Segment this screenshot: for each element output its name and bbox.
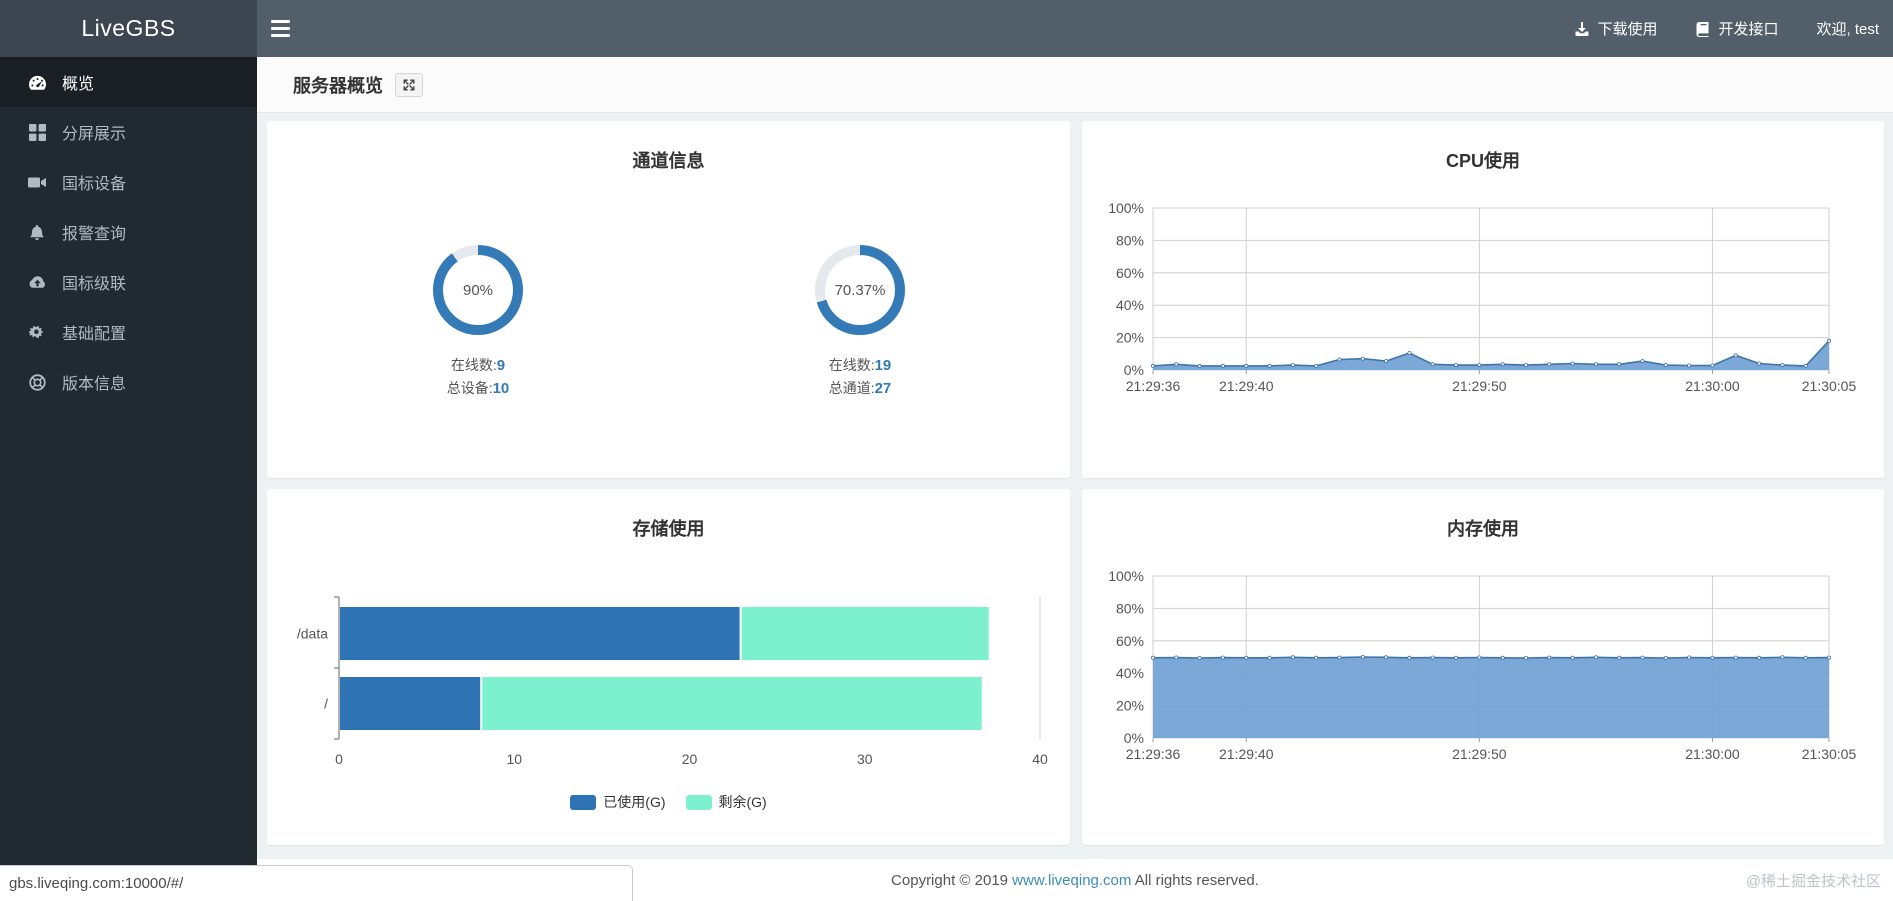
nav-link-label: 欢迎, test: [1816, 21, 1879, 38]
donut-stats: 在线数:9 总设备:10: [378, 354, 578, 400]
page-title: 服务器概览: [293, 75, 383, 96]
svg-text:21:29:36: 21:29:36: [1126, 378, 1181, 394]
svg-text:20%: 20%: [1116, 330, 1144, 346]
grid-icon: [27, 123, 47, 141]
camera-icon: [27, 175, 47, 190]
fullscreen-button[interactable]: [395, 72, 423, 97]
nav-link-api[interactable]: 开发接口: [1695, 18, 1778, 39]
panel-cpu-usage: CPU使用 0% 20% 40% 60% 80% 100% 21:29:36 21:29:40…: [1082, 121, 1884, 478]
sidebar-item-cascade[interactable]: 国标级联: [0, 257, 257, 307]
livegbs-dashboard: LiveGBS 下载使用 开发接口 欢迎, test 概览分屏展示国标设备报警查询国…: [0, 0, 1893, 901]
svg-text:/data: /data: [297, 626, 328, 642]
bell-icon: [27, 224, 47, 241]
donut-stat-row: 在线数:19: [828, 357, 892, 374]
copyright-text: Copyright © 2019 www.liveqing.com All ri…: [891, 871, 1259, 889]
svg-text:21:30:00: 21:30:00: [1685, 746, 1740, 762]
donut-stat-row: 在线数:9: [450, 357, 506, 374]
watermark-text: @稀土掘金技术社区: [1745, 872, 1881, 890]
svg-text:21:29:50: 21:29:50: [1452, 746, 1507, 762]
browser-status-url: gbs.liveqing.com:10000/#/: [0, 865, 633, 901]
svg-text:21:29:40: 21:29:40: [1219, 746, 1274, 762]
svg-text:0%: 0%: [1124, 730, 1144, 746]
brand-logo[interactable]: LiveGBS: [0, 0, 257, 57]
donut-percent-label: 90%: [462, 281, 494, 299]
svg-text:0: 0: [335, 751, 343, 767]
sidebar-item-config[interactable]: 基础配置: [0, 307, 257, 357]
svg-text:20: 20: [682, 751, 698, 767]
content-toolbar: 服务器概览: [257, 57, 1893, 113]
sidebar-item-split[interactable]: 分屏展示: [0, 107, 257, 157]
svg-text:21:30:05: 21:30:05: [1802, 378, 1857, 394]
nav-link-label: 开发接口: [1718, 21, 1779, 38]
nav-link-download[interactable]: 下载使用: [1574, 18, 1657, 39]
chart-title-channel: 通道信息: [632, 151, 705, 171]
sidebar-item-alarms[interactable]: 报警查询: [0, 207, 257, 257]
main-content: 服务器概览 通道信息 90% 在线数:9 总设备:10 70.37% 在线数:19 总通道…: [257, 57, 1893, 901]
nav-link-welcome[interactable]: 欢迎, test: [1816, 18, 1879, 39]
svg-text:80%: 80%: [1116, 232, 1144, 248]
donut-stats: 在线数:19 总通道:27: [760, 354, 960, 400]
svg-text:100%: 100%: [1108, 568, 1144, 584]
legend-item-free[interactable]: 剩余(G): [685, 792, 767, 812]
donut-stat-row: 总设备:10: [446, 380, 510, 397]
svg-text:60%: 60%: [1116, 633, 1144, 649]
nav-link-label: 下载使用: [1597, 21, 1658, 38]
legend-label: 剩余(G): [718, 794, 767, 810]
svg-text:40%: 40%: [1116, 665, 1144, 681]
liveqing-link[interactable]: www.liveqing.com: [1012, 872, 1131, 889]
sidebar-item-version[interactable]: 版本信息: [0, 357, 257, 407]
donut-percent-label: 70.37%: [834, 281, 886, 299]
hamburger-icon: [270, 20, 290, 23]
dashboard-icon: [27, 74, 47, 91]
donut-chart-1[interactable]: 70.37% 在线数:19 总通道:27: [760, 235, 960, 400]
sidebar-item-label: 分屏展示: [62, 126, 127, 143]
top-navbar: LiveGBS 下载使用 开发接口 欢迎, test: [0, 0, 1893, 57]
memory-area-chart[interactable]: 0% 20% 40% 60% 80% 100% 21:29:36 21:29:40 21:29:…: [1082, 489, 1884, 845]
panel-memory-usage: 内存使用 0% 20% 40% 60% 80% 100% 21:29:36 21:29:40 2…: [1082, 489, 1884, 845]
download-icon: [1574, 21, 1590, 37]
sidebar-item-overview[interactable]: 概览: [0, 57, 257, 107]
svg-text:100%: 100%: [1108, 200, 1144, 216]
legend-label: 已使用(G): [603, 794, 666, 810]
svg-text:40%: 40%: [1116, 297, 1144, 313]
svg-text:20%: 20%: [1116, 698, 1144, 714]
sidebar-item-label: 国标级联: [62, 276, 127, 293]
cpu-area-chart[interactable]: 0% 20% 40% 60% 80% 100% 21:29:36 21:29:40 21:29:…: [1082, 121, 1884, 478]
panel-storage-usage: 存储使用 /data/0 10 20 30 40 已使用(G) 剩余(G): [267, 489, 1070, 845]
storage-legend: 已使用(G) 剩余(G): [267, 792, 1070, 812]
svg-text:21:30:05: 21:30:05: [1802, 746, 1857, 762]
svg-text:10: 10: [506, 751, 522, 767]
gears-icon: [27, 324, 47, 340]
svg-text:21:30:00: 21:30:00: [1685, 378, 1740, 394]
svg-text:/: /: [324, 696, 328, 712]
svg-text:40: 40: [1032, 751, 1048, 767]
sidebar-item-devices[interactable]: 国标设备: [0, 157, 257, 207]
sidebar-item-label: 报警查询: [62, 226, 127, 243]
storage-bar-chart[interactable]: /data / 0 10 20 30 40: [267, 489, 1070, 789]
svg-text:21:29:40: 21:29:40: [1219, 378, 1274, 394]
donut-stat-row: 总通道:27: [828, 380, 892, 397]
expand-icon: [403, 78, 415, 91]
legend-swatch: [685, 794, 712, 810]
sidebar-item-label: 概览: [62, 76, 95, 93]
sidebar-item-label: 国标设备: [62, 176, 127, 193]
svg-text:30: 30: [857, 751, 873, 767]
svg-text:21:29:50: 21:29:50: [1452, 378, 1507, 394]
book-icon: [1695, 21, 1711, 37]
cloud-upload-icon: [27, 275, 47, 290]
sidebar-menu: 概览分屏展示国标设备报警查询国标级联基础配置版本信息: [0, 57, 257, 901]
life-ring-icon: [27, 373, 47, 391]
panel-channel-info: 通道信息 90% 在线数:9 总设备:10 70.37% 在线数:19 总通道:27: [267, 121, 1070, 478]
legend-item-used[interactable]: 已使用(G): [570, 792, 666, 812]
navbar-links: 下载使用 开发接口 欢迎, test: [1574, 0, 1879, 57]
legend-swatch: [570, 794, 597, 810]
svg-text:0%: 0%: [1124, 362, 1144, 378]
svg-text:80%: 80%: [1116, 600, 1144, 616]
sidebar-item-label: 版本信息: [62, 376, 127, 393]
donut-chart-0[interactable]: 90% 在线数:9 总设备:10: [378, 235, 578, 400]
sidebar-item-label: 基础配置: [62, 326, 127, 343]
svg-text:60%: 60%: [1116, 265, 1144, 281]
svg-text:21:29:36: 21:29:36: [1126, 746, 1181, 762]
sidebar-toggle-button[interactable]: [257, 0, 303, 57]
